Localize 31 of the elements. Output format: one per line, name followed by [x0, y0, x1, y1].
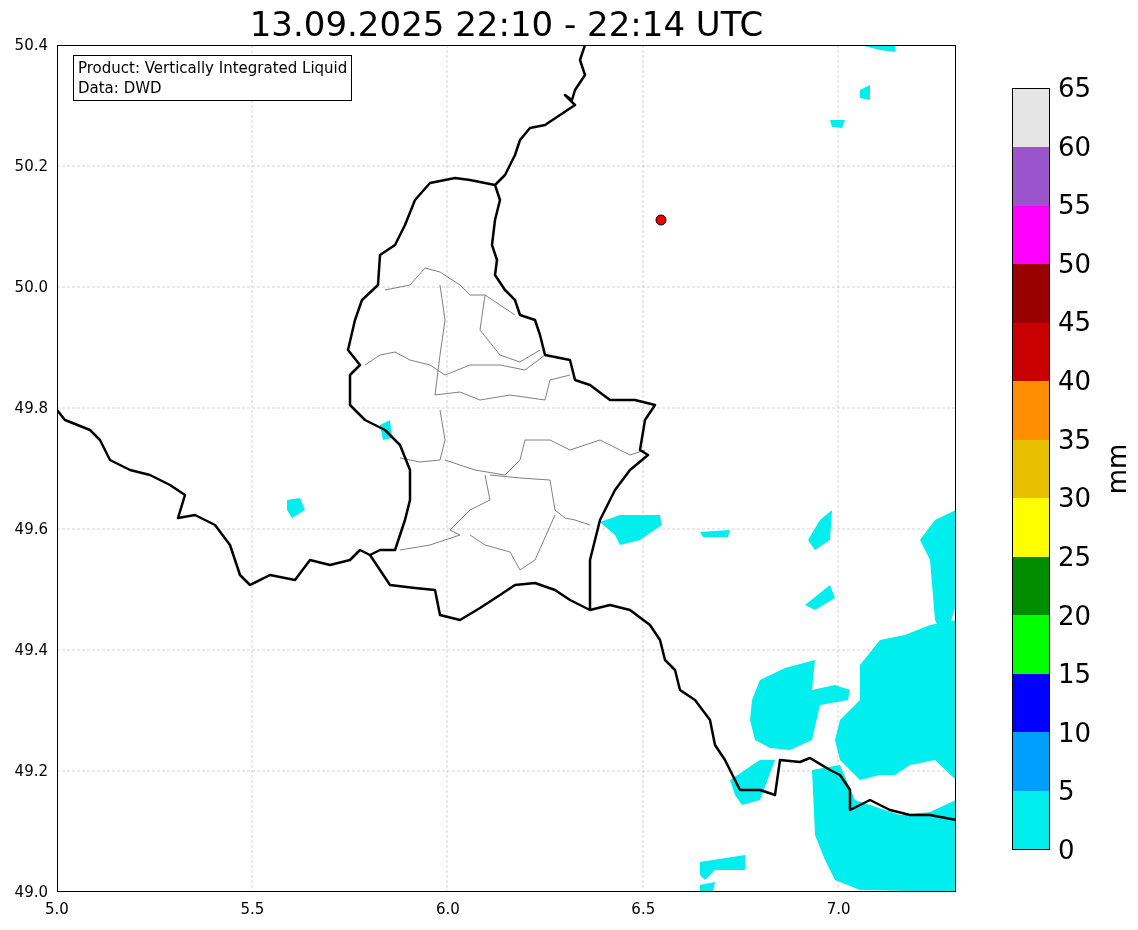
- x-tick-label: 5.5: [239, 900, 266, 918]
- y-tick-label: 49.8: [14, 399, 48, 417]
- colorbar-tick-label: 15: [1058, 659, 1092, 690]
- colorbar-tick-label: 25: [1058, 541, 1092, 572]
- colorbar-tick-label: 20: [1058, 600, 1092, 631]
- y-tick-label: 49.4: [14, 641, 48, 659]
- x-tick-label: 6.0: [434, 900, 461, 918]
- colorbar-tick-label: 10: [1058, 717, 1092, 748]
- colorbar-tick-label: 45: [1058, 307, 1092, 338]
- y-tick-label: 50.0: [14, 278, 48, 296]
- x-tick-label: 7.0: [825, 900, 852, 918]
- info-text: Product: Vertically Integrated Liquid: [78, 58, 348, 78]
- y-tick-label: 49.6: [14, 520, 48, 538]
- x-tick-label: 6.5: [630, 900, 657, 918]
- colorbar-tick-label: 55: [1058, 190, 1092, 221]
- colorbar-tick-label: 65: [1058, 73, 1092, 103]
- colorbar-tick-label: 50: [1058, 248, 1092, 279]
- colorbar-tick-label: 30: [1058, 483, 1092, 514]
- colorbar-tick-label: 5: [1058, 776, 1075, 807]
- colorbar-tick-label: 40: [1058, 366, 1092, 397]
- colorbar-tick-label: 60: [1058, 131, 1092, 162]
- chart-title: 13.09.2025 22:10 - 22:14 UTC: [249, 3, 764, 45]
- x-tick-label: 5.0: [44, 900, 70, 918]
- colorbar-label: mm: [1102, 443, 1132, 495]
- info-text: Data: DWD: [78, 78, 163, 98]
- colorbar-tick-label: 0: [1058, 835, 1075, 865]
- y-tick-label: 50.4: [14, 36, 48, 54]
- y-tick-label: 49.2: [14, 762, 48, 780]
- y-tick-label: 50.2: [14, 157, 48, 175]
- y-tick-label: 49.0: [14, 883, 48, 901]
- colorbar-tick-label: 35: [1058, 424, 1092, 455]
